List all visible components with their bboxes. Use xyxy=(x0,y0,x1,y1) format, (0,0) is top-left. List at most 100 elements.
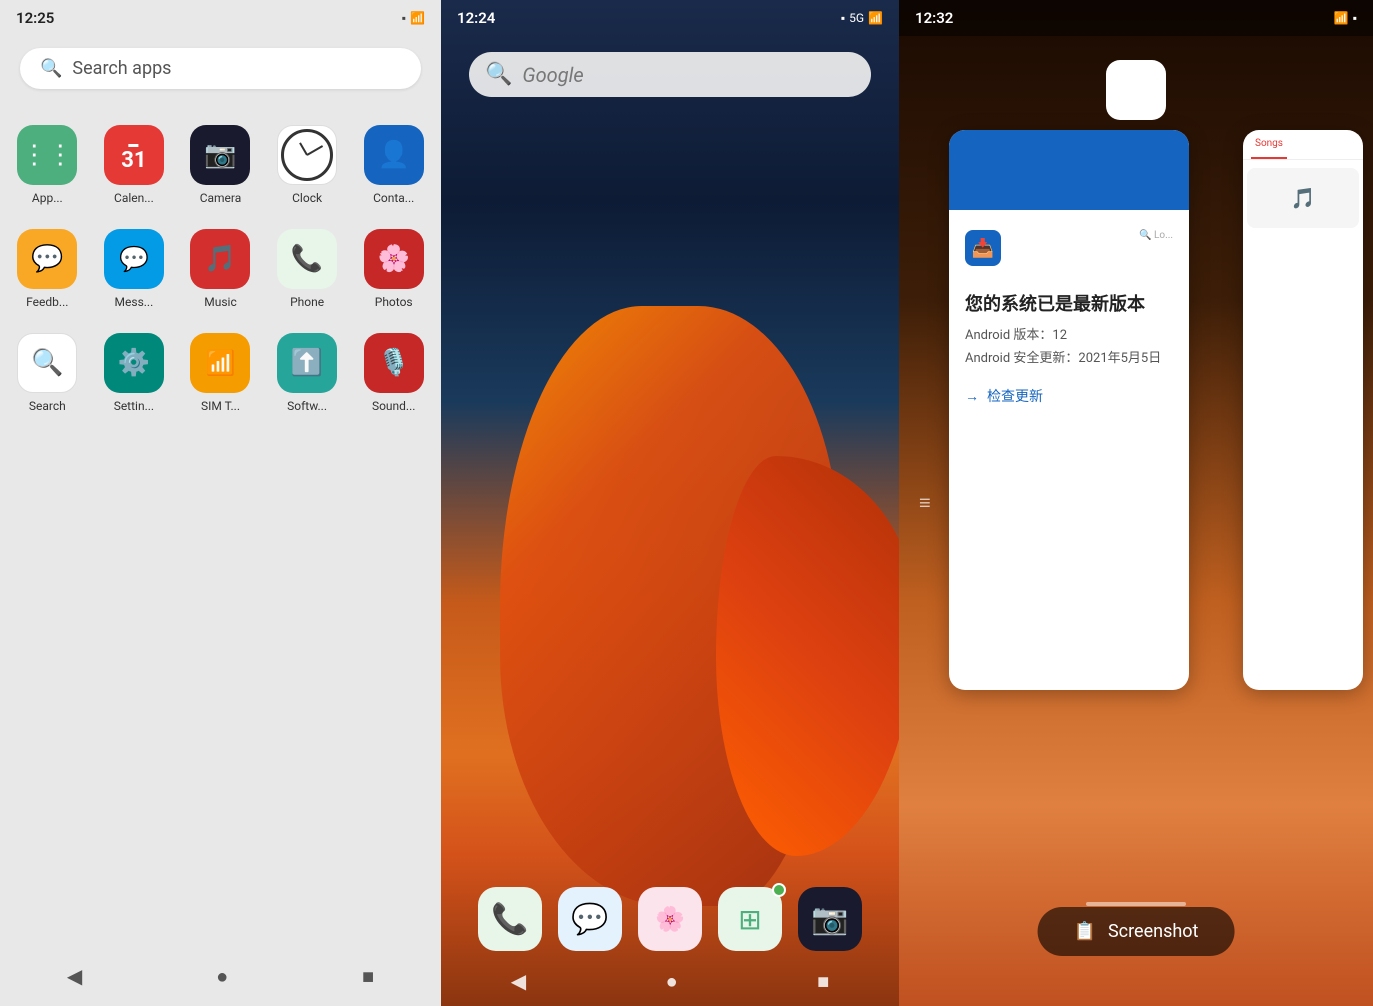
screenshot-icon: 📋 xyxy=(1074,921,1096,942)
nav-recents-button-2[interactable]: ■ xyxy=(797,961,849,1002)
app-icon-clock xyxy=(277,125,337,185)
app-icon-camera: 📷 xyxy=(190,125,250,185)
app-label-settings: Settin... xyxy=(114,399,154,413)
battery-icon-3: ▪ xyxy=(1353,11,1357,25)
app-label-applist: App... xyxy=(32,191,63,205)
search-bar-label: Search apps xyxy=(72,58,171,79)
music-tab-bar: Songs xyxy=(1243,130,1363,160)
nav-home-button[interactable]: ● xyxy=(196,956,248,997)
wifi-icon: 📶 xyxy=(1334,11,1349,25)
signal-bars-icon: 📶 xyxy=(868,11,883,25)
app-item-camera[interactable]: 📷 Camera xyxy=(181,117,260,213)
phone-icon: 📞 xyxy=(491,902,528,937)
app-label-clock: Clock xyxy=(292,191,322,205)
google-search-bar[interactable]: 🔍 Google xyxy=(469,52,871,97)
app-item-soundrecorder[interactable]: 🎙️ Sound... xyxy=(354,325,433,421)
app-item-clock[interactable]: Clock xyxy=(268,117,347,213)
app-icon-music: 🎵 xyxy=(190,229,250,289)
apps-grid-icon: ⊞ xyxy=(738,903,761,936)
google-search-icon: 🔍 xyxy=(485,62,512,87)
app-item-phone[interactable]: 📞 Phone xyxy=(268,221,347,317)
status-icons-3: 📶 ▪ xyxy=(1334,11,1357,25)
music-note-icon: 🎵 xyxy=(1291,186,1316,210)
app-item-photos[interactable]: 🌸 Photos xyxy=(354,221,433,317)
dock-camera[interactable]: 📷 xyxy=(798,887,862,951)
app-icon-messages: 💬 xyxy=(104,229,164,289)
app-label-simtoolkit: SIM T... xyxy=(201,399,240,413)
recents-panel: 12:32 📶 ▪ 📥 🔍 Lo... 您的系统已是最新版本 Android 版… xyxy=(899,0,1373,1006)
app-icon-photos: 🌸 xyxy=(364,229,424,289)
app-item-search[interactable]: 🔍 Search xyxy=(8,325,87,421)
app-icon-phone: 📞 xyxy=(277,229,337,289)
recent-card-music[interactable]: Songs 🎵 xyxy=(1243,130,1363,690)
card-settings-title: 您的系统已是最新版本 xyxy=(965,290,1173,316)
nav-back-button-2[interactable]: ◀ xyxy=(491,961,546,1001)
battery-icon: ▪ xyxy=(402,11,406,25)
dock-messages[interactable]: 💬 xyxy=(558,887,622,951)
dock-apps[interactable]: ⊞ xyxy=(718,887,782,951)
app-item-applist[interactable]: ⋮⋮ App... xyxy=(8,117,87,213)
signal-icon: 📶 xyxy=(410,11,425,25)
app-label-photos: Photos xyxy=(375,295,413,309)
arrow-right-icon: → xyxy=(965,388,979,405)
app-item-messages[interactable]: 💬 Mess... xyxy=(95,221,174,317)
status-bar-3: 12:32 📶 ▪ xyxy=(899,0,1373,36)
app-icon-softwareupdate: ⬆️ xyxy=(277,333,337,393)
status-bar-2: 12:24 ▪ 5G 📶 xyxy=(441,0,899,36)
nav-bar-2: ◀ ● ■ xyxy=(441,956,899,1006)
app-item-feedback[interactable]: 💬 Feedb... xyxy=(8,221,87,317)
screenshot-line xyxy=(1086,902,1186,906)
status-time-3: 12:32 xyxy=(915,9,953,27)
signal-5g-icon: 5G xyxy=(849,11,864,25)
card-settings-content: 📥 🔍 Lo... 您的系统已是最新版本 Android 版本：12 Andro… xyxy=(949,210,1189,426)
screenshot-label: Screenshot xyxy=(1108,921,1198,942)
app-icon-applist: ⋮⋮ xyxy=(17,125,77,185)
app-label-soundrecorder: Sound... xyxy=(372,399,415,413)
nav-recents-button[interactable]: ■ xyxy=(342,956,394,997)
card-settings-link[interactable]: → 检查更新 xyxy=(965,386,1173,406)
app-item-music[interactable]: 🎵 Music xyxy=(181,221,260,317)
recent-app-icon-top xyxy=(1106,60,1166,120)
app-icon-feedback: 💬 xyxy=(17,229,77,289)
card-settings-subtitle1: Android 版本：12 xyxy=(965,324,1173,343)
music-tab-songs: Songs xyxy=(1251,130,1287,159)
camera-icon: 📷 xyxy=(811,902,848,937)
dock-photos[interactable]: 🌸 xyxy=(638,887,702,951)
app-drawer-panel: 12:25 ▪ 📶 🔍 Search apps ⋮⋮ App... ▬ 31 C… xyxy=(0,0,441,1006)
app-label-feedback: Feedb... xyxy=(26,295,68,309)
search-icon: 🔍 xyxy=(40,58,62,79)
music-content: 🎵 xyxy=(1243,160,1363,232)
app-icon-simtoolkit: 📶 xyxy=(190,333,250,393)
app-item-softwareupdate[interactable]: ⬆️ Softw... xyxy=(268,325,347,421)
screenshot-button[interactable]: 📋 Screenshot xyxy=(1038,907,1235,956)
recents-menu-icon[interactable]: ≡ xyxy=(919,491,931,516)
card-search-icon: 🔍 Lo... xyxy=(1139,230,1173,241)
app-label-calendar: Calen... xyxy=(114,191,154,205)
status-icons-1: ▪ 📶 xyxy=(402,11,425,25)
app-icon-settings: ⚙️ xyxy=(104,333,164,393)
app-label-search: Search xyxy=(29,399,66,413)
google-text: Google xyxy=(522,63,583,87)
recent-card-settings[interactable]: 📥 🔍 Lo... 您的系统已是最新版本 Android 版本：12 Andro… xyxy=(949,130,1189,690)
app-item-simtoolkit[interactable]: 📶 SIM T... xyxy=(181,325,260,421)
home-shape-2 xyxy=(716,456,899,856)
app-item-calendar[interactable]: ▬ 31 Calen... xyxy=(95,117,174,213)
app-search-bar[interactable]: 🔍 Search apps xyxy=(20,48,421,89)
app-icon-soundrecorder: 🎙️ xyxy=(364,333,424,393)
nav-bar-1: ◀ ● ■ xyxy=(0,946,441,1006)
app-icon-search: 🔍 xyxy=(17,333,77,393)
card-settings-link-text: 检查更新 xyxy=(987,386,1043,406)
nav-back-button[interactable]: ◀ xyxy=(47,956,102,996)
app-item-contacts[interactable]: 👤 Conta... xyxy=(354,117,433,213)
app-grid: ⋮⋮ App... ▬ 31 Calen... 📷 Camera xyxy=(0,101,441,437)
apps-badge xyxy=(772,883,786,897)
photos-icon: 🌸 xyxy=(655,905,685,933)
nav-home-button-2[interactable]: ● xyxy=(646,961,698,1002)
app-icon-contacts: 👤 xyxy=(364,125,424,185)
dock-phone[interactable]: 📞 xyxy=(478,887,542,951)
card-phone-icon: 📥 xyxy=(965,230,1001,266)
app-item-settings[interactable]: ⚙️ Settin... xyxy=(95,325,174,421)
app-label-messages: Mess... xyxy=(115,295,154,309)
dock: 📞 💬 🌸 ⊞ 📷 xyxy=(478,887,862,951)
status-time-1: 12:25 xyxy=(16,9,54,27)
